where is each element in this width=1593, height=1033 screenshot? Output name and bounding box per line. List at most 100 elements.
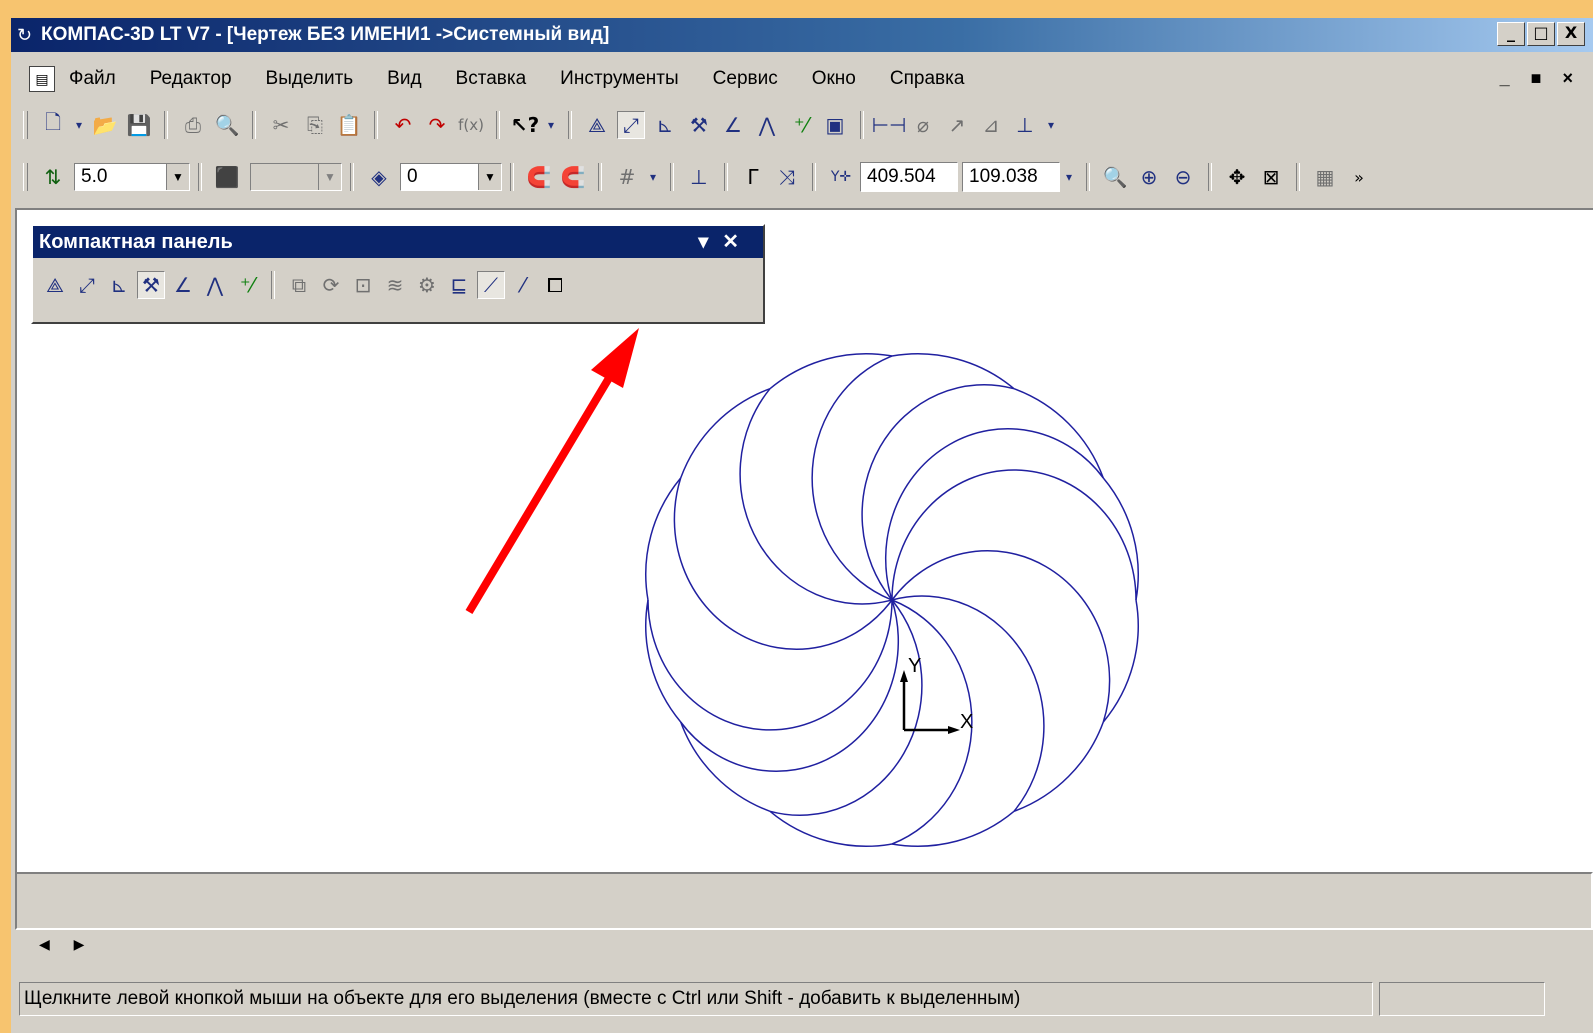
toolbar-grip[interactable] — [23, 163, 28, 191]
roughness-icon[interactable]: ⊥ — [1011, 111, 1039, 139]
dropdown-icon[interactable]: ▾ — [545, 111, 557, 139]
round-icon[interactable]: ⤨ — [773, 163, 801, 191]
compact-panel-controls[interactable]: ▾✕ — [698, 226, 753, 258]
compact-panel: Компактная панель ▾✕ ⟁ ⤢ ⊾ ⚒ ∠ ⋀ ⁺⁄ ⧉ ⟳ … — [31, 224, 765, 324]
dimensions-icon[interactable]: ⤢ — [617, 111, 645, 139]
geometry-icon[interactable]: ⟁ — [583, 111, 611, 139]
step-value[interactable]: 5.0 — [75, 164, 166, 190]
symbols-icon[interactable]: ⊾ — [651, 111, 679, 139]
dropdown-icon[interactable]: ▾ — [647, 163, 659, 191]
compact-panel-titlebar[interactable]: Компактная панель ▾✕ — [33, 226, 763, 258]
menu-insert[interactable]: Вставка — [456, 68, 527, 90]
maximize-button[interactable]: □ — [1527, 22, 1555, 46]
menu-service[interactable]: Сервис — [713, 68, 778, 90]
new-file-icon[interactable]: 🗋 — [39, 110, 67, 139]
trim-curve-icon[interactable]: ⟋ — [477, 271, 505, 299]
dropdown-icon[interactable]: ▾ — [1045, 111, 1057, 139]
dropdown-icon[interactable]: ▾ — [1063, 163, 1075, 191]
undo-icon[interactable]: ↶ — [389, 111, 417, 139]
menu-editor[interactable]: Редактор — [150, 68, 232, 90]
save-icon[interactable]: 💾 — [125, 111, 153, 139]
redo-icon[interactable]: ↷ — [423, 111, 451, 139]
local-snap-icon[interactable]: 🧲 — [559, 163, 587, 191]
layer-value[interactable]: 0 — [401, 164, 478, 190]
document-icon[interactable]: ▤ — [29, 66, 55, 92]
chevron-down-icon[interactable]: ▼ — [318, 164, 341, 190]
symbols-icon[interactable]: ⊾ — [105, 271, 133, 299]
spec-icon[interactable]: ▣ — [821, 111, 849, 139]
linear-dimension-icon[interactable]: ⊢⊣ — [872, 111, 907, 139]
geometry-icon[interactable]: ⟁ — [41, 271, 69, 299]
scroll-arrows[interactable]: ◀ ▶ — [39, 936, 94, 953]
axis-x-label: X — [960, 711, 973, 733]
step-combo[interactable]: 5.0 ▼ — [74, 163, 190, 191]
editing-icon[interactable]: ⚒ — [137, 271, 165, 299]
style-combo[interactable]: ▼ — [250, 163, 342, 191]
menu-window[interactable]: Окно — [812, 68, 856, 90]
zoom-out-icon[interactable]: ⊖ — [1169, 163, 1197, 191]
menu-bar: ▤ Файл Редактор Выделить Вид Вставка Инс… — [11, 60, 1593, 98]
radial-dimension-icon[interactable]: ↗ — [943, 111, 971, 139]
function-icon[interactable]: f(x) — [457, 111, 485, 139]
open-file-icon[interactable]: 📂 — [91, 111, 119, 139]
chevron-down-icon[interactable]: ▼ — [166, 164, 189, 190]
select-tools-icon[interactable]: ⁺⁄ — [787, 111, 815, 139]
close-button[interactable]: X — [1557, 22, 1585, 46]
zoom-window-icon[interactable]: 🔍 — [1101, 163, 1129, 191]
coord-y-field[interactable]: 109.038 — [962, 162, 1060, 192]
grid-icon[interactable]: # — [613, 163, 641, 191]
minimize-button[interactable]: _ — [1497, 22, 1525, 46]
print-preview-icon[interactable]: 🔍 — [213, 111, 241, 139]
cut-icon[interactable]: ✂ — [267, 111, 295, 139]
standard-toolbar: 🗋 ▾ 📂 💾 ⎙ 🔍 ✂ ⎘ 📋 ↶ ↷ f(x) ↖? ▾ ⟁ ⤢ ⊾ ⚒ … — [11, 106, 1593, 144]
toolbar-separator — [1296, 163, 1300, 191]
move-icon[interactable]: ⧉ — [285, 271, 313, 299]
toolbar-separator — [724, 163, 728, 191]
angular-dimension-icon[interactable]: ⊿ — [977, 111, 1005, 139]
paste-icon[interactable]: 📋 — [335, 111, 363, 139]
zoom-in-icon[interactable]: ⊕ — [1135, 163, 1163, 191]
step-icon[interactable]: ⇅ — [39, 163, 67, 191]
measure-icon[interactable]: ⋀ — [753, 111, 781, 139]
menu-tools[interactable]: Инструменты — [560, 68, 678, 90]
style-value — [251, 164, 318, 190]
select-tools-icon[interactable]: ⁺⁄ — [233, 271, 261, 299]
toolbar-separator — [860, 111, 864, 139]
diameter-dimension-icon[interactable]: ⌀ — [909, 111, 937, 139]
menu-select[interactable]: Выделить — [266, 68, 354, 90]
fragment-icon[interactable]: ⧠ — [541, 271, 569, 299]
layers-icon[interactable]: ◈ — [365, 163, 393, 191]
copy-icon[interactable]: ⎘ — [301, 111, 329, 139]
menu-help[interactable]: Справка — [890, 68, 965, 90]
layer-combo[interactable]: 0 ▼ — [400, 163, 502, 191]
deform-icon[interactable]: ⊑ — [445, 271, 473, 299]
mdi-controls[interactable]: _ ■ × — [1500, 68, 1581, 89]
refresh-view-icon[interactable]: ▦ — [1311, 163, 1339, 191]
chevron-down-icon[interactable]: ▼ — [478, 164, 501, 190]
coord-x-field[interactable]: 409.504 — [860, 162, 958, 192]
break-curve-icon[interactable]: ⁄ — [509, 271, 537, 299]
ortho-icon[interactable]: Γ — [739, 163, 767, 191]
context-help-icon[interactable]: ↖? — [511, 111, 539, 139]
editing-icon[interactable]: ⚒ — [685, 111, 713, 139]
dropdown-icon[interactable]: ▾ — [73, 111, 85, 139]
toolbar-grip[interactable] — [23, 111, 28, 139]
menu-file[interactable]: Файл — [69, 68, 116, 90]
show-all-icon[interactable]: ⊠ — [1257, 163, 1285, 191]
print-icon[interactable]: ⎙ — [179, 111, 207, 139]
dimensions-icon[interactable]: ⤢ — [73, 271, 101, 299]
pan-icon[interactable]: ✥ — [1223, 163, 1251, 191]
measure-icon[interactable]: ⋀ — [201, 271, 229, 299]
parametrization-icon[interactable]: ∠ — [169, 271, 197, 299]
toolbar-separator — [198, 163, 202, 191]
symmetry-icon[interactable]: ≋ — [381, 271, 409, 299]
rotate-icon[interactable]: ⟳ — [317, 271, 345, 299]
style-icon[interactable]: ⬛ — [213, 163, 241, 191]
local-cs-icon[interactable]: ⊥ — [685, 163, 713, 191]
scale-icon[interactable]: ⊡ — [349, 271, 377, 299]
snap-magnet-icon[interactable]: 🧲 — [525, 163, 553, 191]
toolbar-overflow-icon[interactable]: » — [1345, 163, 1373, 191]
menu-view[interactable]: Вид — [387, 68, 421, 90]
parametrization-icon[interactable]: ∠ — [719, 111, 747, 139]
copy-array-icon[interactable]: ⚙ — [413, 271, 441, 299]
